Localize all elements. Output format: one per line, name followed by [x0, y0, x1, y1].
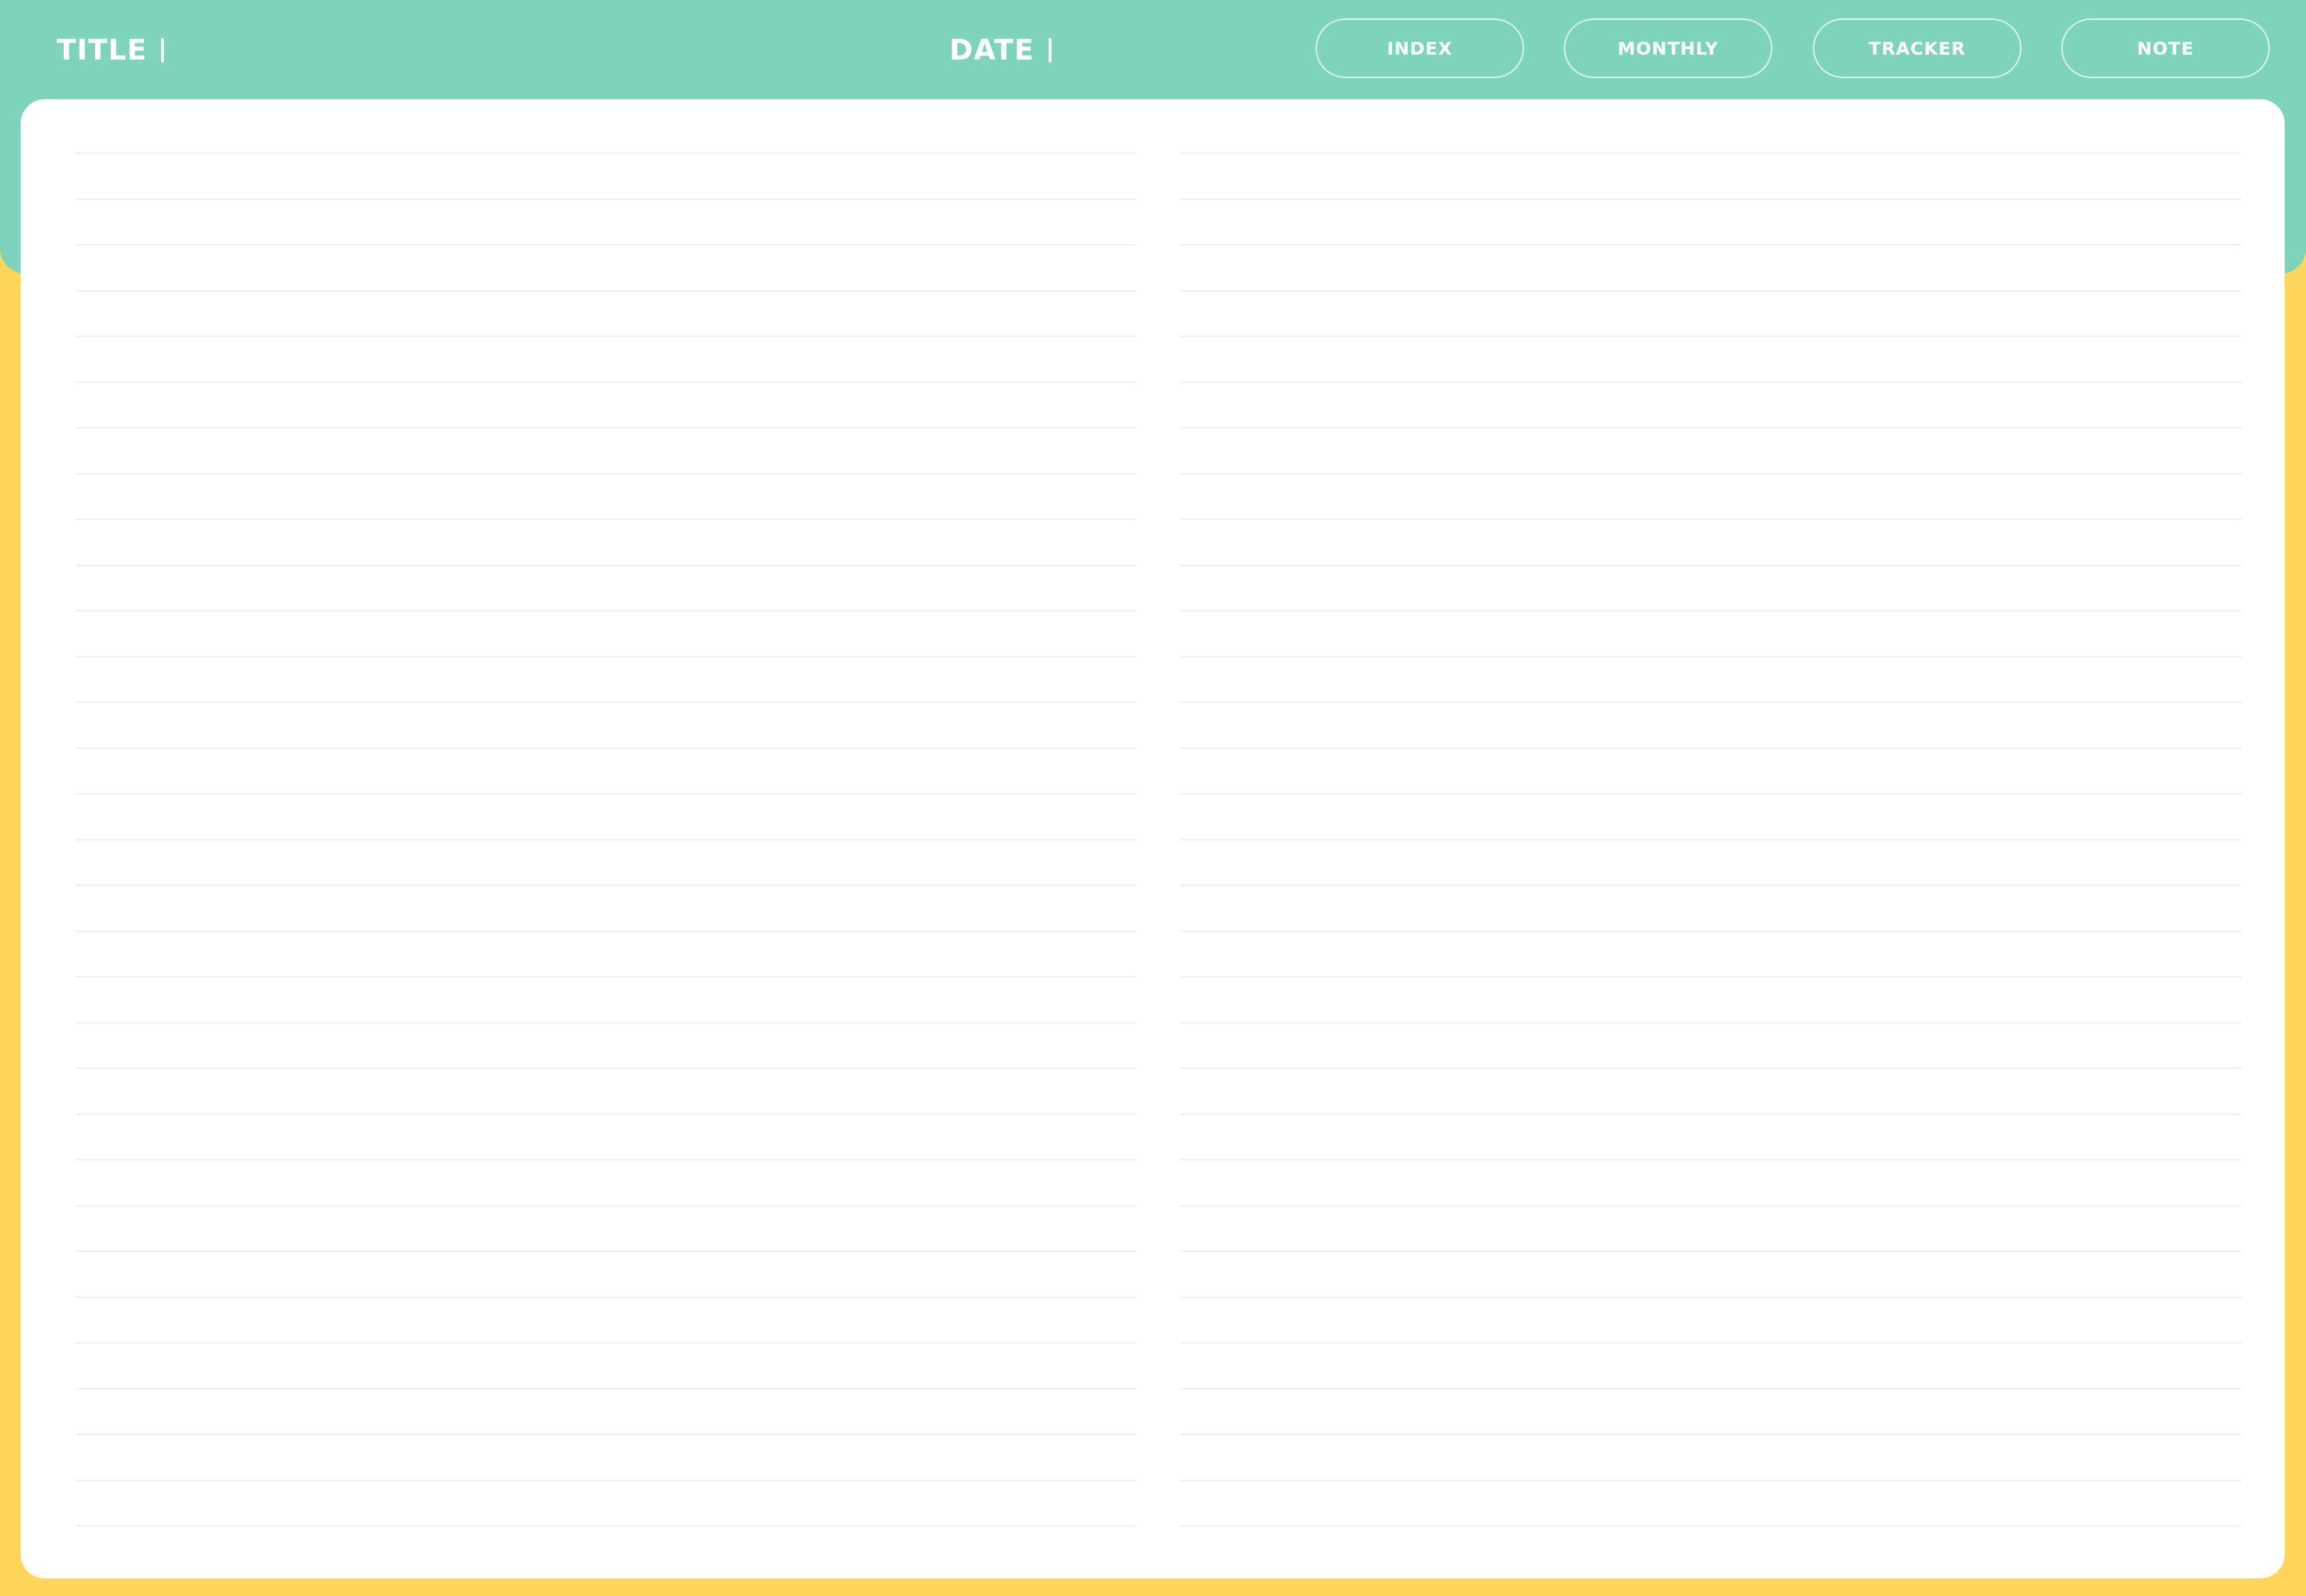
monthly-button[interactable]: MONTHLY [1564, 18, 1772, 78]
note-sheet[interactable] [21, 99, 2285, 1578]
ruled-line [1180, 153, 2241, 154]
ruled-line [75, 839, 1137, 841]
ruled-line [75, 656, 1137, 658]
ruled-line [75, 1525, 1137, 1526]
ruled-line [1180, 976, 2241, 977]
ruled-line [1180, 885, 2241, 886]
ruled-line [1180, 519, 2241, 520]
ruled-line [1180, 427, 2241, 428]
left-lined-column[interactable] [75, 153, 1137, 1526]
ruled-line [75, 976, 1137, 977]
title-text-cursor [161, 38, 165, 62]
ruled-line [75, 1297, 1137, 1298]
ruled-line [75, 1434, 1137, 1435]
ruled-line [1180, 931, 2241, 932]
ruled-line [1180, 610, 2241, 611]
ruled-line [75, 1205, 1137, 1207]
ruled-line [75, 793, 1137, 794]
ruled-line [1180, 1525, 2241, 1526]
date-label: DATE [949, 34, 1035, 67]
ruled-line [75, 244, 1137, 245]
ruled-line [75, 153, 1137, 154]
ruled-line [75, 748, 1137, 749]
ruled-line [75, 565, 1137, 566]
ruled-line [1180, 244, 2241, 245]
ruled-line [75, 702, 1137, 703]
ruled-line [75, 1251, 1137, 1252]
tracker-button[interactable]: TRACKER [1813, 18, 2021, 78]
ruled-line [75, 885, 1137, 886]
note-button[interactable]: NOTE [2061, 18, 2270, 78]
ruled-line [75, 1159, 1137, 1160]
ruled-line [75, 519, 1137, 520]
ruled-line [1180, 1205, 2241, 1207]
title-label: TITLE [57, 34, 148, 67]
ruled-line [75, 1022, 1137, 1024]
ruled-line [1180, 702, 2241, 703]
ruled-line [75, 427, 1137, 428]
ruled-line [1180, 1388, 2241, 1390]
title-field[interactable]: TITLE [57, 28, 165, 72]
ruled-line [1180, 1022, 2241, 1024]
ruled-line [1180, 656, 2241, 658]
ruled-line [75, 199, 1137, 200]
ruled-line [75, 1480, 1137, 1481]
ruled-line [1180, 1480, 2241, 1481]
ruled-line [75, 473, 1137, 475]
ruled-line [1180, 565, 2241, 566]
ruled-line [1180, 199, 2241, 200]
ruled-line [75, 382, 1137, 383]
ruled-line [75, 336, 1137, 337]
ruled-line [1180, 1114, 2241, 1115]
ruled-line [75, 1114, 1137, 1115]
ruled-line [1180, 1159, 2241, 1160]
ruled-line [1180, 290, 2241, 292]
ruled-line [1180, 336, 2241, 337]
ruled-line [75, 290, 1137, 292]
ruled-line [1180, 473, 2241, 475]
ruled-line [1180, 382, 2241, 383]
ruled-line [1180, 793, 2241, 794]
ruled-line [75, 610, 1137, 611]
ruled-line [1180, 839, 2241, 841]
ruled-line [75, 1342, 1137, 1343]
ruled-line [75, 1388, 1137, 1390]
ruled-line [1180, 1434, 2241, 1435]
index-button[interactable]: INDEX [1315, 18, 1524, 78]
ruled-line [1180, 748, 2241, 749]
ruled-line [75, 931, 1137, 932]
right-lined-column[interactable] [1180, 153, 2241, 1526]
date-text-cursor [1048, 38, 1052, 62]
date-field[interactable]: DATE [949, 28, 1052, 72]
ruled-line [1180, 1068, 2241, 1069]
ruled-line [1180, 1297, 2241, 1298]
ruled-line [1180, 1342, 2241, 1343]
ruled-line [1180, 1251, 2241, 1252]
ruled-line [75, 1068, 1137, 1069]
